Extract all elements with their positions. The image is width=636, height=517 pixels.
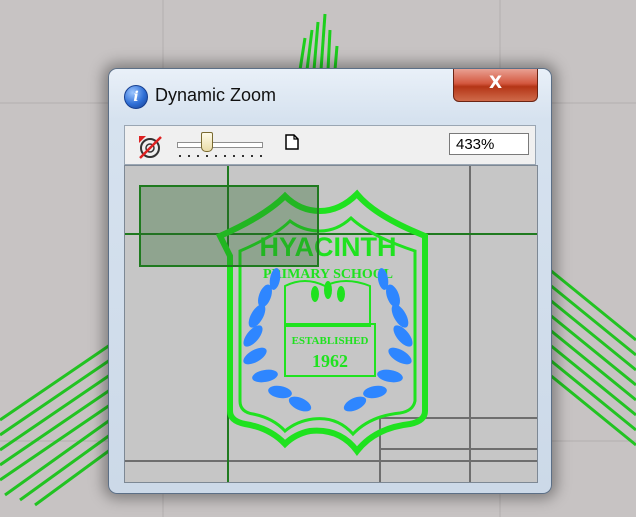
stitch-cluster-left [0, 343, 111, 507]
zoom-slider-thumb[interactable] [201, 132, 213, 152]
zoom-preview-canvas[interactable]: HYACINTH PRIMARY SCHOOL ESTABLISHED 1962 [124, 165, 538, 483]
close-icon: X [488, 73, 503, 93]
zoom-tool-icon[interactable] [137, 134, 165, 160]
dynamic-zoom-window: i Dynamic Zoom X 433% HYACINTH PRIMARY S… [108, 68, 552, 494]
badge-subtitle: PRIMARY SCHOOL [263, 267, 393, 282]
stitch-cluster-top [298, 13, 339, 71]
info-icon[interactable]: i [124, 85, 148, 109]
window-title: Dynamic Zoom [155, 85, 277, 105]
toolbar: 433% [124, 125, 536, 165]
zoom-slider-ticks [179, 155, 262, 157]
badge-established: ESTABLISHED [292, 335, 369, 347]
page-icon[interactable] [285, 134, 299, 150]
stitch-cluster-right [549, 268, 636, 447]
zoom-percent-field[interactable]: 433% [449, 133, 529, 155]
close-button[interactable]: X [453, 69, 538, 102]
badge-year: 1962 [312, 351, 348, 371]
zoom-slider-track[interactable] [177, 142, 263, 148]
viewport-rectangle[interactable] [139, 185, 319, 267]
